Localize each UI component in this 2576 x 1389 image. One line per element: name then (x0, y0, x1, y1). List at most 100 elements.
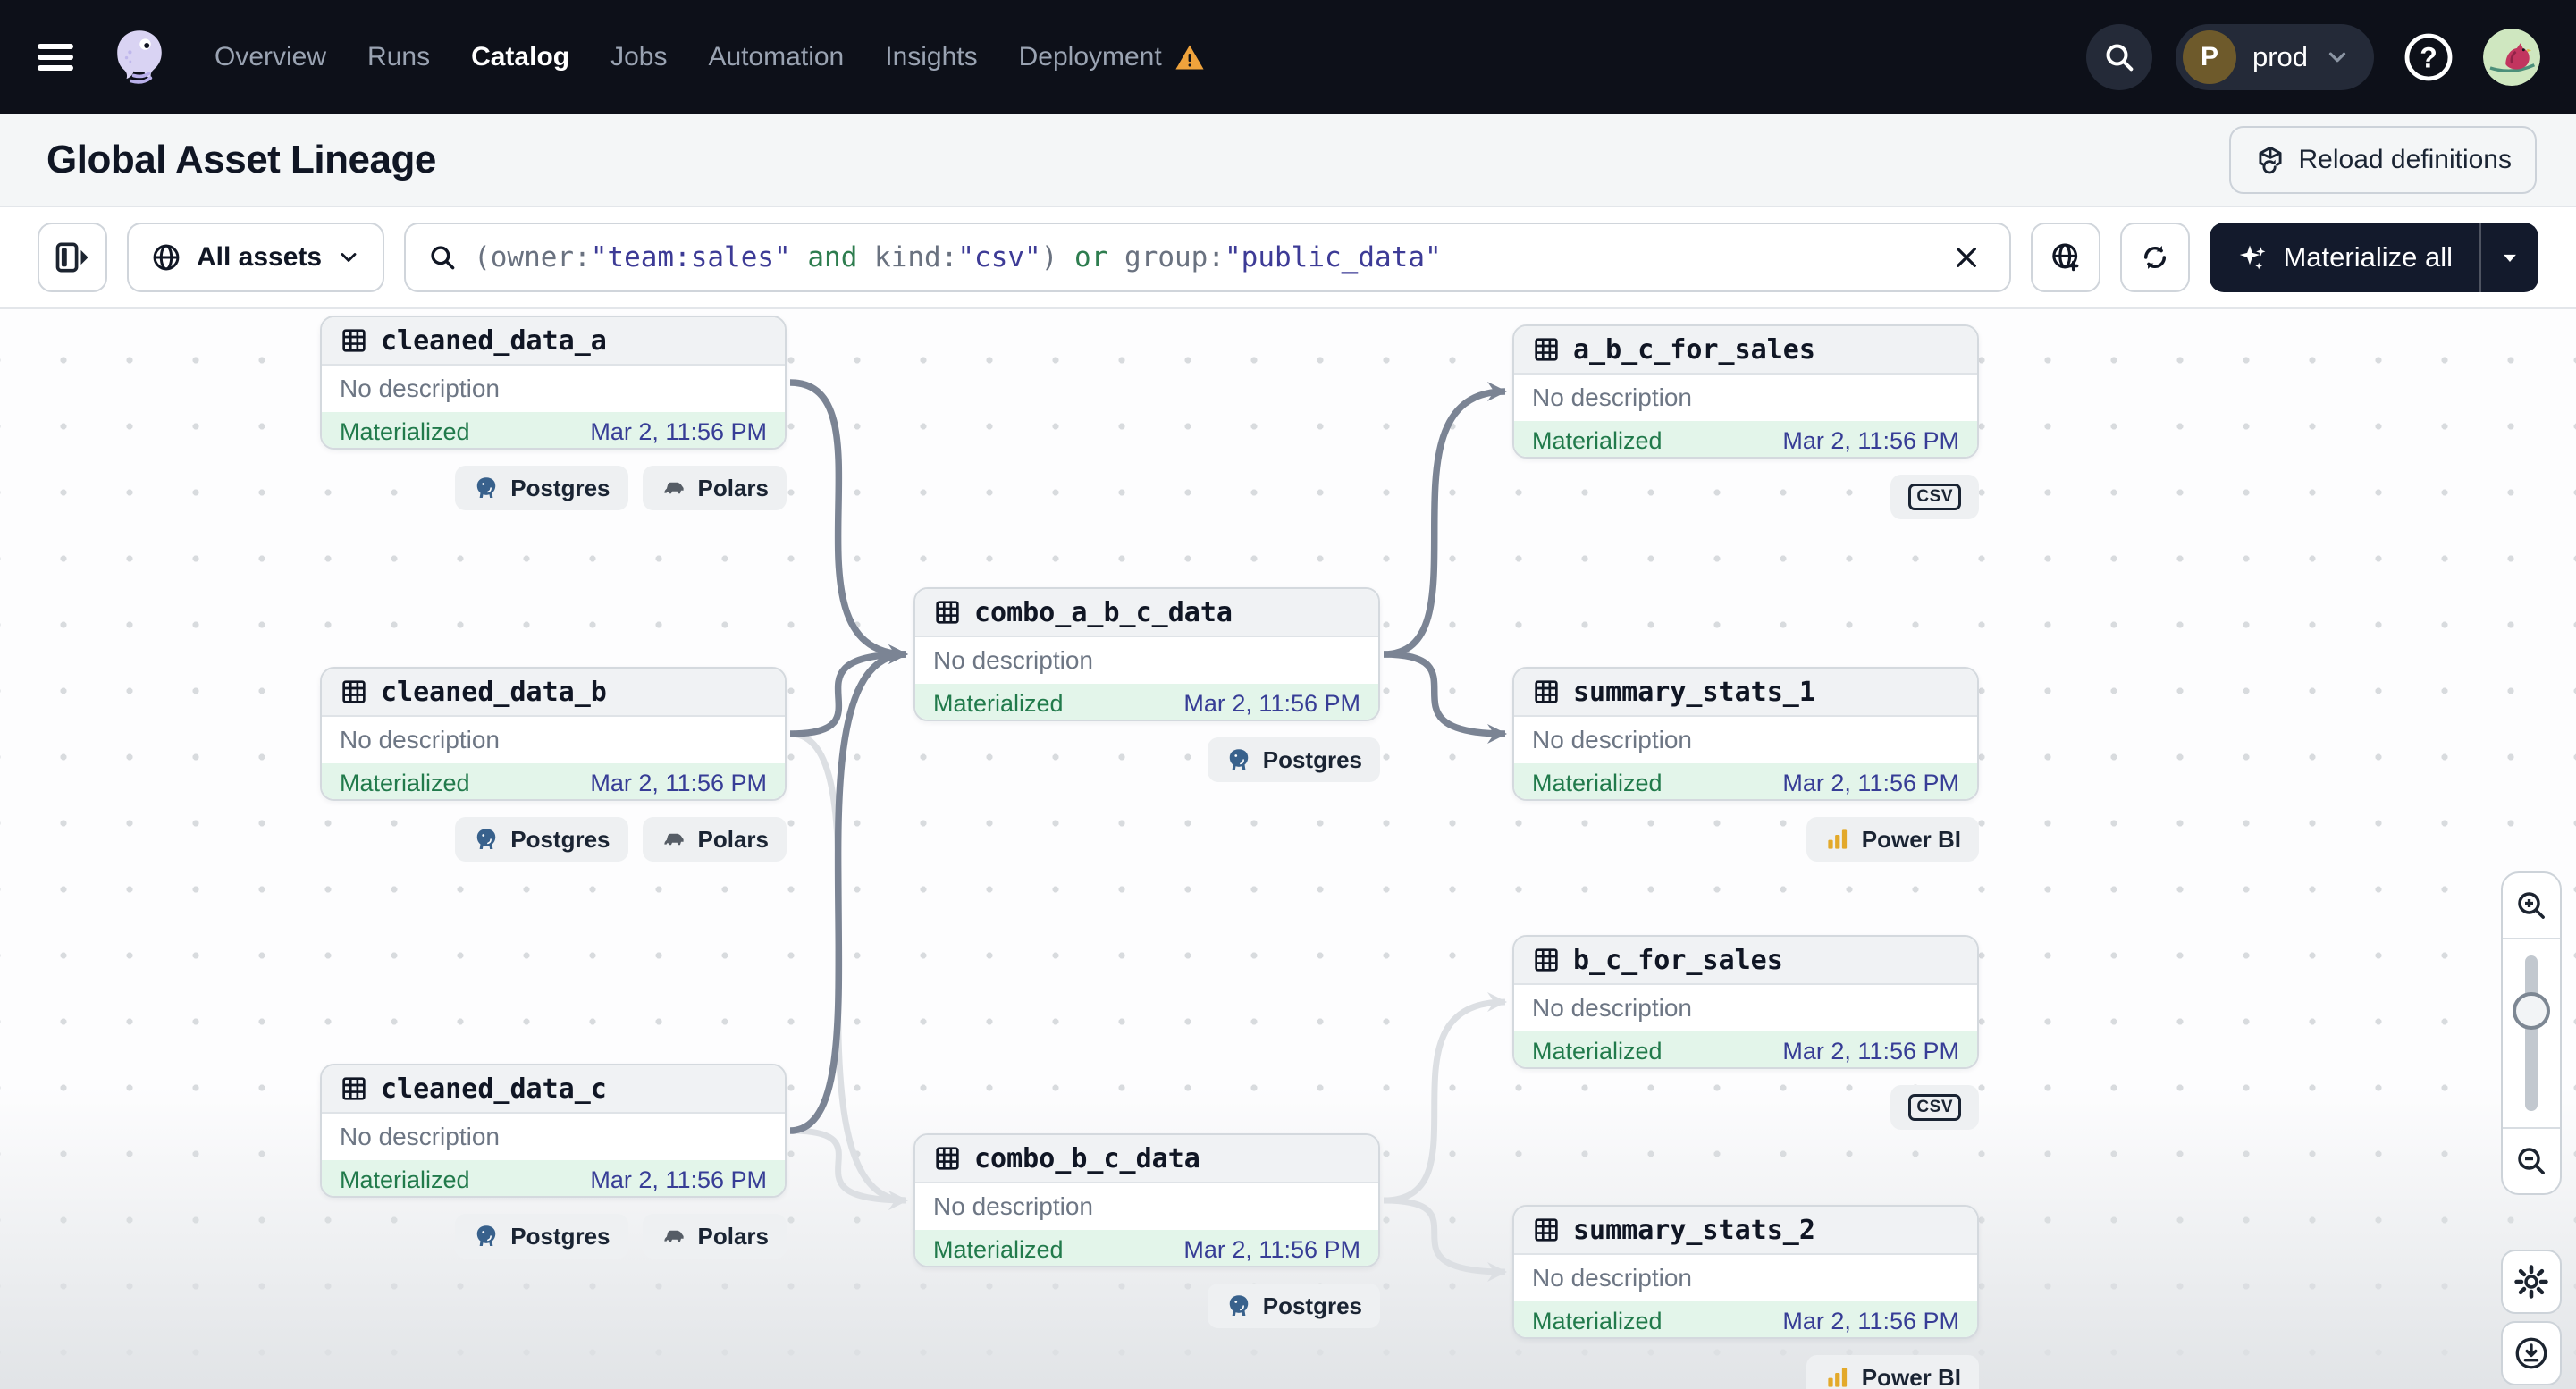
graph-settings-button[interactable] (2501, 1250, 2562, 1314)
zoom-slider[interactable] (2503, 939, 2560, 1127)
asset-node-summary_stats_2[interactable]: summary_stats_2 No description Materialize… (1512, 1205, 1979, 1339)
search-icon[interactable] (2085, 24, 2152, 90)
tag-label: Polars (697, 1222, 770, 1250)
nav-item-deployment[interactable]: Deployment (1019, 42, 1205, 72)
asset-header: summary_stats_2 (1514, 1207, 1977, 1255)
open-left-panel-button[interactable] (38, 223, 107, 292)
query-token: "csv" (957, 241, 1041, 274)
nav-item-runs[interactable]: Runs (367, 42, 430, 72)
asset-kind-tag-polars[interactable]: Polars (642, 466, 787, 510)
deployment-name: prod (2252, 41, 2308, 72)
asset-kind-tag-polars[interactable]: Polars (642, 1214, 787, 1259)
deployment-initial-badge: P (2182, 30, 2236, 84)
tag-label: Postgres (510, 1222, 610, 1250)
asset-node-cleaned_data_b[interactable]: cleaned_data_b No description Materialized… (320, 667, 787, 801)
polars-bear-icon (663, 1230, 684, 1242)
asset-description: No description (1532, 383, 1692, 411)
zoom-out-icon (2518, 1148, 2545, 1174)
dagster-logo-icon[interactable] (109, 27, 170, 88)
nav-item-jobs[interactable]: Jobs (610, 42, 667, 72)
reload-cube-icon (2258, 146, 2282, 174)
panel-toggle-icon (55, 242, 88, 273)
zoom-out-button[interactable] (2503, 1127, 2560, 1193)
zoom-slider-thumb[interactable] (2513, 991, 2550, 1030)
asset-kind-tag-postgres[interactable]: Postgres (455, 1214, 628, 1259)
refresh-button[interactable] (2120, 223, 2191, 292)
asset-kind-tag-csv[interactable]: CSV (1890, 475, 1979, 519)
lineage-graph-canvas[interactable]: cleaned_data_a No description Materialized… (0, 309, 2576, 1389)
nav-item-overview[interactable]: Overview (215, 42, 326, 72)
chevron-down-icon (341, 253, 357, 262)
warning-icon (1175, 45, 1204, 70)
asset-name: cleaned_data_b (381, 676, 607, 708)
asset-footer: Materialized Mar 2, 11:56 PM (1514, 1301, 1977, 1337)
asset-description: No description (340, 1123, 500, 1150)
asset-kind-tag-postgres[interactable]: Postgres (455, 466, 628, 510)
nav-item-insights[interactable]: Insights (885, 42, 977, 72)
hamburger-menu-icon[interactable] (38, 44, 73, 71)
caret-down-icon (2504, 254, 2516, 262)
table-icon (1535, 948, 1558, 972)
globe-plus-icon (2052, 243, 2079, 272)
asset-status: Materialized (1532, 769, 1663, 796)
asset-kind-tag-polars[interactable]: Polars (642, 817, 787, 862)
page-title: Global Asset Lineage (46, 138, 436, 181)
asset-node-summary_stats_1[interactable]: summary_stats_1 No description Materialize… (1512, 667, 1979, 801)
lineage-toolbar: All assets (owner:"team:sales" and kind:… (0, 207, 2576, 309)
asset-kind-tag-csv[interactable]: CSV (1890, 1085, 1979, 1130)
asset-status: Materialized (340, 1166, 470, 1193)
nav-item-label: Runs (367, 42, 431, 72)
asset-scope-dropdown[interactable]: All assets (127, 223, 385, 292)
asset-description: No description (1532, 1264, 1692, 1292)
asset-status: Materialized (933, 1235, 1064, 1263)
asset-node-combo_a_b_c_data[interactable]: combo_a_b_c_data No description Materializ… (913, 587, 1380, 721)
materialize-all-button[interactable]: Materialize all (2210, 223, 2479, 292)
asset-kind-tag-postgres[interactable]: Postgres (1207, 737, 1380, 782)
powerbi-icon (1828, 829, 1847, 849)
asset-kind-tag-power-bi[interactable]: Power BI (1806, 1355, 1979, 1389)
help-icon[interactable]: ? (2397, 26, 2460, 88)
nav-item-label: Automation (708, 42, 845, 72)
asset-node-a_b_c_for_sales[interactable]: a_b_c_for_sales No description Materialize… (1512, 324, 1979, 459)
asset-tags: Power BI (1512, 1355, 1979, 1389)
nav-item-automation[interactable]: Automation (708, 42, 844, 72)
nav-item-catalog[interactable]: Catalog (471, 42, 569, 72)
download-icon (2515, 1337, 2547, 1369)
asset-kind-tag-postgres[interactable]: Postgres (1207, 1284, 1380, 1328)
globe-icon (153, 244, 180, 271)
asset-name: combo_a_b_c_data (974, 596, 1233, 628)
asset-search-input[interactable]: (owner:"team:sales" and kind:"csv") or g… (404, 223, 2012, 292)
deployment-switcher[interactable]: P prod (2175, 24, 2374, 90)
postgres-icon (1229, 749, 1248, 770)
asset-header: cleaned_data_a (322, 317, 785, 366)
download-view-button[interactable] (2501, 1321, 2562, 1385)
asset-node-combo_b_c_data[interactable]: combo_b_c_data No description Materialized… (913, 1133, 1380, 1267)
materialize-options-button[interactable] (2479, 223, 2538, 292)
lineage-edge-combo_a_b_c_data-to-a_b_c_for_sales (1383, 382, 1507, 658)
asset-node-b_c_for_sales[interactable]: b_c_for_sales No description Materialized M… (1512, 935, 1979, 1069)
asset-name: b_c_for_sales (1573, 944, 1783, 976)
asset-node-cleaned_data_a[interactable]: cleaned_data_a No description Materialized… (320, 316, 787, 450)
query-token: kind: (874, 241, 958, 274)
asset-footer: Materialized Mar 2, 11:56 PM (915, 1230, 1378, 1266)
zoom-in-button[interactable] (2503, 873, 2560, 939)
asset-footer: Materialized Mar 2, 11:56 PM (1514, 1031, 1977, 1067)
asset-header: summary_stats_1 (1514, 669, 1977, 717)
reload-definitions-button[interactable]: Reload definitions (2228, 126, 2537, 194)
asset-description: No description (1532, 994, 1692, 1022)
lineage-edge-combo_b_c_data-to-summary_stats_2 (1383, 1197, 1507, 1282)
asset-name: cleaned_data_a (381, 324, 607, 357)
asset-kind-tag-power-bi[interactable]: Power BI (1806, 817, 1979, 862)
asset-materialized-time: Mar 2, 11:56 PM (1782, 1307, 1959, 1334)
user-avatar[interactable] (2483, 29, 2540, 86)
main-nav: Overview Runs Catalog Jobs Automation Insight… (215, 42, 1205, 72)
asset-description: No description (1532, 726, 1692, 753)
asset-node-cleaned_data_c[interactable]: cleaned_data_c No description Materialized… (320, 1064, 787, 1198)
new-asset-selection-button[interactable] (2031, 223, 2101, 292)
lineage-edge-cleaned_data_a-to-combo_a_b_c_data (789, 379, 908, 664)
asset-header: a_b_c_for_sales (1514, 326, 1977, 375)
asset-kind-tag-postgres[interactable]: Postgres (455, 817, 628, 862)
clear-search-button[interactable] (1941, 232, 1991, 282)
polars-bear-icon (663, 482, 684, 494)
asset-header: cleaned_data_b (322, 669, 785, 717)
